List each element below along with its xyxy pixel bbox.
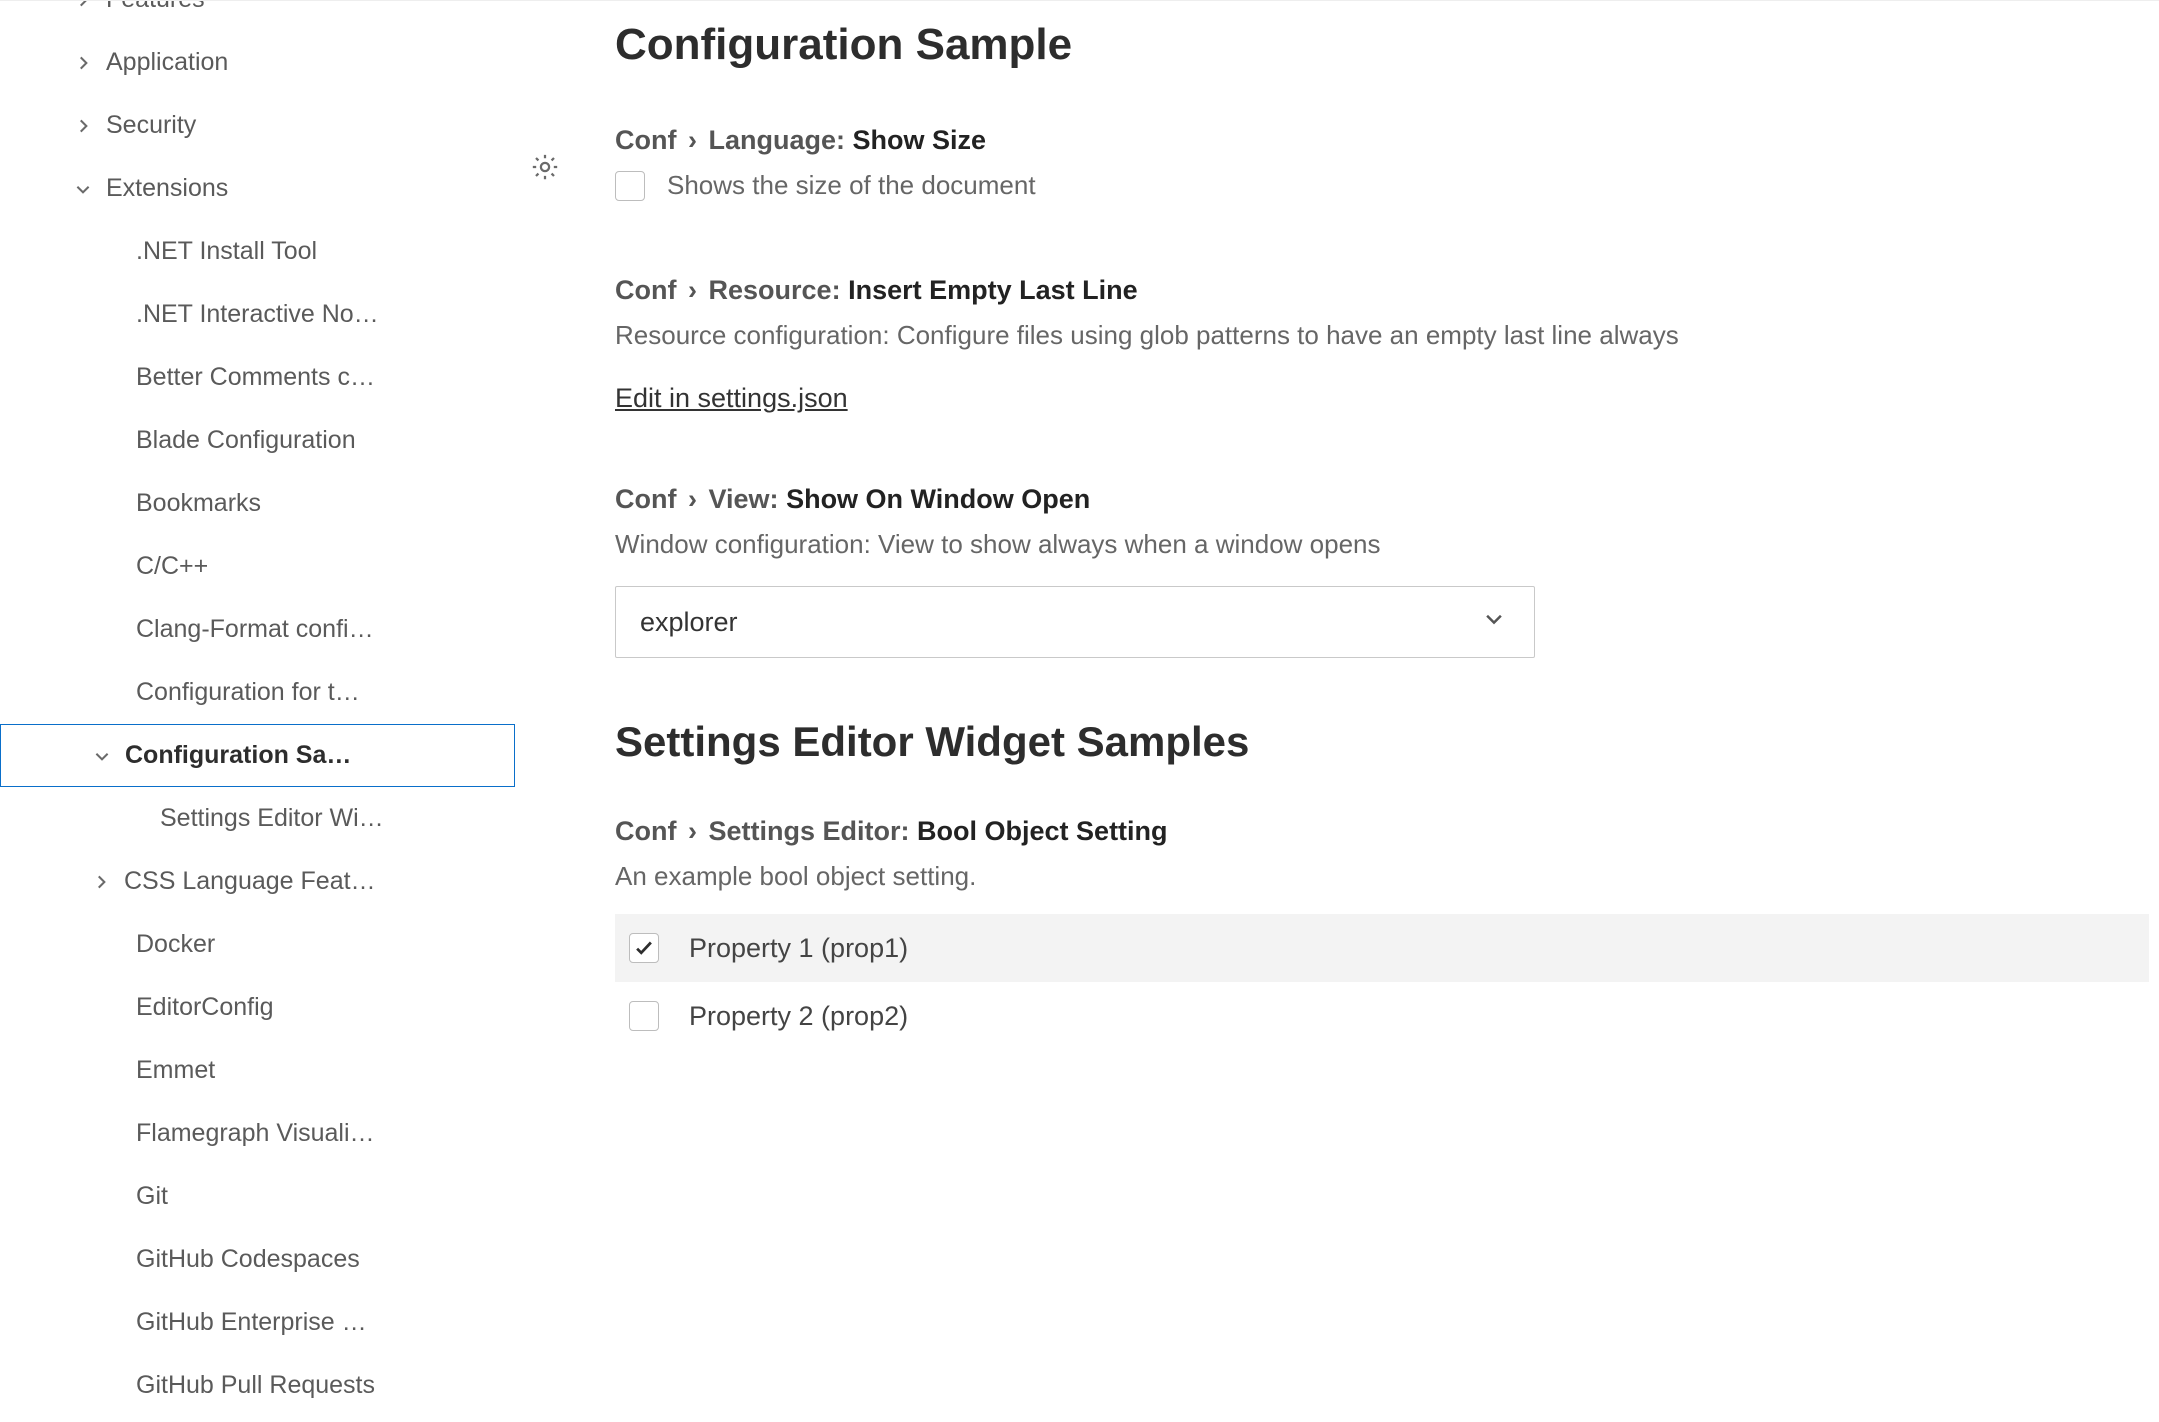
tree-item-label: Docker: [136, 930, 495, 959]
separator: ›: [684, 125, 701, 155]
tree-item-label: C/C++: [136, 552, 495, 581]
tree-item[interactable]: Docker: [0, 913, 515, 976]
tree-item-label: EditorConfig: [136, 993, 495, 1022]
select-value: explorer: [640, 607, 738, 638]
setting-description: An example bool object setting.: [615, 857, 2149, 896]
tree-item-label: Clang-Format confi…: [136, 615, 495, 644]
tree-item-label: Bookmarks: [136, 489, 495, 518]
setting-show-size: Conf › Language: Show Size Shows the siz…: [615, 125, 2149, 205]
tree-item[interactable]: Flamegraph Visuali…: [0, 1102, 515, 1165]
tree-item-label: GitHub Codespaces: [136, 1245, 495, 1274]
tree-item[interactable]: Extensions: [0, 157, 515, 220]
tree-item-label: Application: [106, 48, 495, 77]
property-checkbox[interactable]: [629, 1001, 659, 1031]
chevron-right-icon: [72, 52, 94, 74]
setting-name: Bool Object Setting: [917, 816, 1168, 846]
property-label: Property 2 (prop2): [689, 1001, 908, 1032]
tree-item[interactable]: Emmet: [0, 1039, 515, 1102]
tree-item[interactable]: Configuration for t…: [0, 661, 515, 724]
tree-item-label: GitHub Enterprise …: [136, 1308, 495, 1337]
tree-item[interactable]: GitHub Enterprise …: [0, 1291, 515, 1354]
separator: ›: [684, 816, 701, 846]
tree-item-label: Flamegraph Visuali…: [136, 1119, 495, 1148]
tree-item-label: .NET Interactive No…: [136, 300, 495, 329]
bool-object-property-row[interactable]: Property 2 (prop2): [615, 982, 2149, 1050]
scope-label: Conf: [615, 484, 676, 514]
tree-item[interactable]: Blade Configuration: [0, 409, 515, 472]
tree-item-label: Features: [106, 0, 495, 14]
tree-item[interactable]: Better Comments c…: [0, 346, 515, 409]
bool-object-properties: Property 1 (prop1) Property 2 (prop2): [615, 914, 2149, 1050]
edit-in-settings-json-link[interactable]: Edit in settings.json: [615, 383, 848, 414]
tree-item[interactable]: Security: [0, 94, 515, 157]
tree-item-label: Configuration for t…: [136, 678, 495, 707]
tree-item-label: Better Comments c…: [136, 363, 495, 392]
tree-item[interactable]: Git: [0, 1165, 515, 1228]
tree-item-label: GitHub Pull Requests: [136, 1371, 495, 1400]
setting-title: Conf › Resource: Insert Empty Last Line: [615, 275, 2149, 306]
property-label: Property 1 (prop1): [689, 933, 908, 964]
tree-item[interactable]: Clang-Format confi…: [0, 598, 515, 661]
tree-item[interactable]: Settings Editor Wi…: [0, 787, 515, 850]
subscope-label: Resource:: [709, 275, 841, 305]
chevron-down-icon: [72, 178, 94, 200]
tree-item[interactable]: EditorConfig: [0, 976, 515, 1039]
show-size-checkbox[interactable]: [615, 171, 645, 201]
tree-item-label: Settings Editor Wi…: [160, 804, 495, 833]
tree-item-label: .NET Install Tool: [136, 237, 495, 266]
separator: ›: [684, 275, 701, 305]
setting-name: Insert Empty Last Line: [848, 275, 1138, 305]
section-heading-configuration-sample: Configuration Sample: [615, 20, 2149, 70]
property-checkbox[interactable]: [629, 933, 659, 963]
separator: ›: [684, 484, 701, 514]
setting-title: Conf › Language: Show Size: [615, 125, 2149, 156]
tree-item[interactable]: Configuration Sa…: [0, 724, 515, 787]
tree-item[interactable]: Bookmarks: [0, 472, 515, 535]
setting-title: Conf › View: Show On Window Open: [615, 484, 2149, 515]
setting-description: Shows the size of the document: [667, 166, 1036, 205]
subscope-label: View:: [709, 484, 779, 514]
setting-name: Show On Window Open: [786, 484, 1090, 514]
setting-description: Resource configuration: Configure files …: [615, 316, 2149, 355]
tree-item[interactable]: C/C++: [0, 535, 515, 598]
tree-item-label: Extensions: [106, 174, 495, 203]
scope-label: Conf: [615, 816, 676, 846]
subscope-label: Settings Editor:: [709, 816, 910, 846]
tree-item[interactable]: Application: [0, 31, 515, 94]
tree-item-label: Configuration Sa…: [125, 741, 494, 770]
tree-item-label: CSS Language Feat…: [124, 867, 495, 896]
tree-item-label: Emmet: [136, 1056, 495, 1085]
tree-item[interactable]: CSS Language Feat…: [0, 850, 515, 913]
tree-item-label: Security: [106, 111, 495, 140]
setting-bool-object: Conf › Settings Editor: Bool Object Sett…: [615, 816, 2149, 1050]
subscope-label: Language:: [709, 125, 846, 155]
tree-item[interactable]: GitHub Pull Requests: [0, 1354, 515, 1417]
show-on-window-open-select[interactable]: explorer: [615, 586, 1535, 658]
settings-tree: Features Application Security Extensions .NE…: [0, 0, 515, 1422]
chevron-right-icon: [90, 871, 112, 893]
tree-item-label: Git: [136, 1182, 495, 1211]
tree-item[interactable]: Features: [0, 0, 515, 31]
gear-icon[interactable]: [530, 152, 560, 189]
chevron-down-icon: [91, 745, 113, 767]
setting-name: Show Size: [853, 125, 987, 155]
setting-title: Conf › Settings Editor: Bool Object Sett…: [615, 816, 2149, 847]
settings-panel: Configuration Sample Conf › Language: Sh…: [515, 0, 2159, 1422]
section-heading-widget-samples: Settings Editor Widget Samples: [615, 718, 2149, 766]
tree-item[interactable]: .NET Install Tool: [0, 220, 515, 283]
tree-item[interactable]: GitHub Codespaces: [0, 1228, 515, 1291]
setting-description: Window configuration: View to show alway…: [615, 525, 2149, 564]
scope-label: Conf: [615, 125, 676, 155]
setting-show-on-window-open: Conf › View: Show On Window Open Window …: [615, 484, 2149, 658]
chevron-right-icon: [72, 0, 94, 11]
bool-object-property-row[interactable]: Property 1 (prop1): [615, 914, 2149, 982]
setting-insert-empty-last-line: Conf › Resource: Insert Empty Last Line …: [615, 275, 2149, 414]
tree-item[interactable]: .NET Interactive No…: [0, 283, 515, 346]
scope-label: Conf: [615, 275, 676, 305]
chevron-right-icon: [72, 115, 94, 137]
tree-item-label: Blade Configuration: [136, 426, 495, 455]
